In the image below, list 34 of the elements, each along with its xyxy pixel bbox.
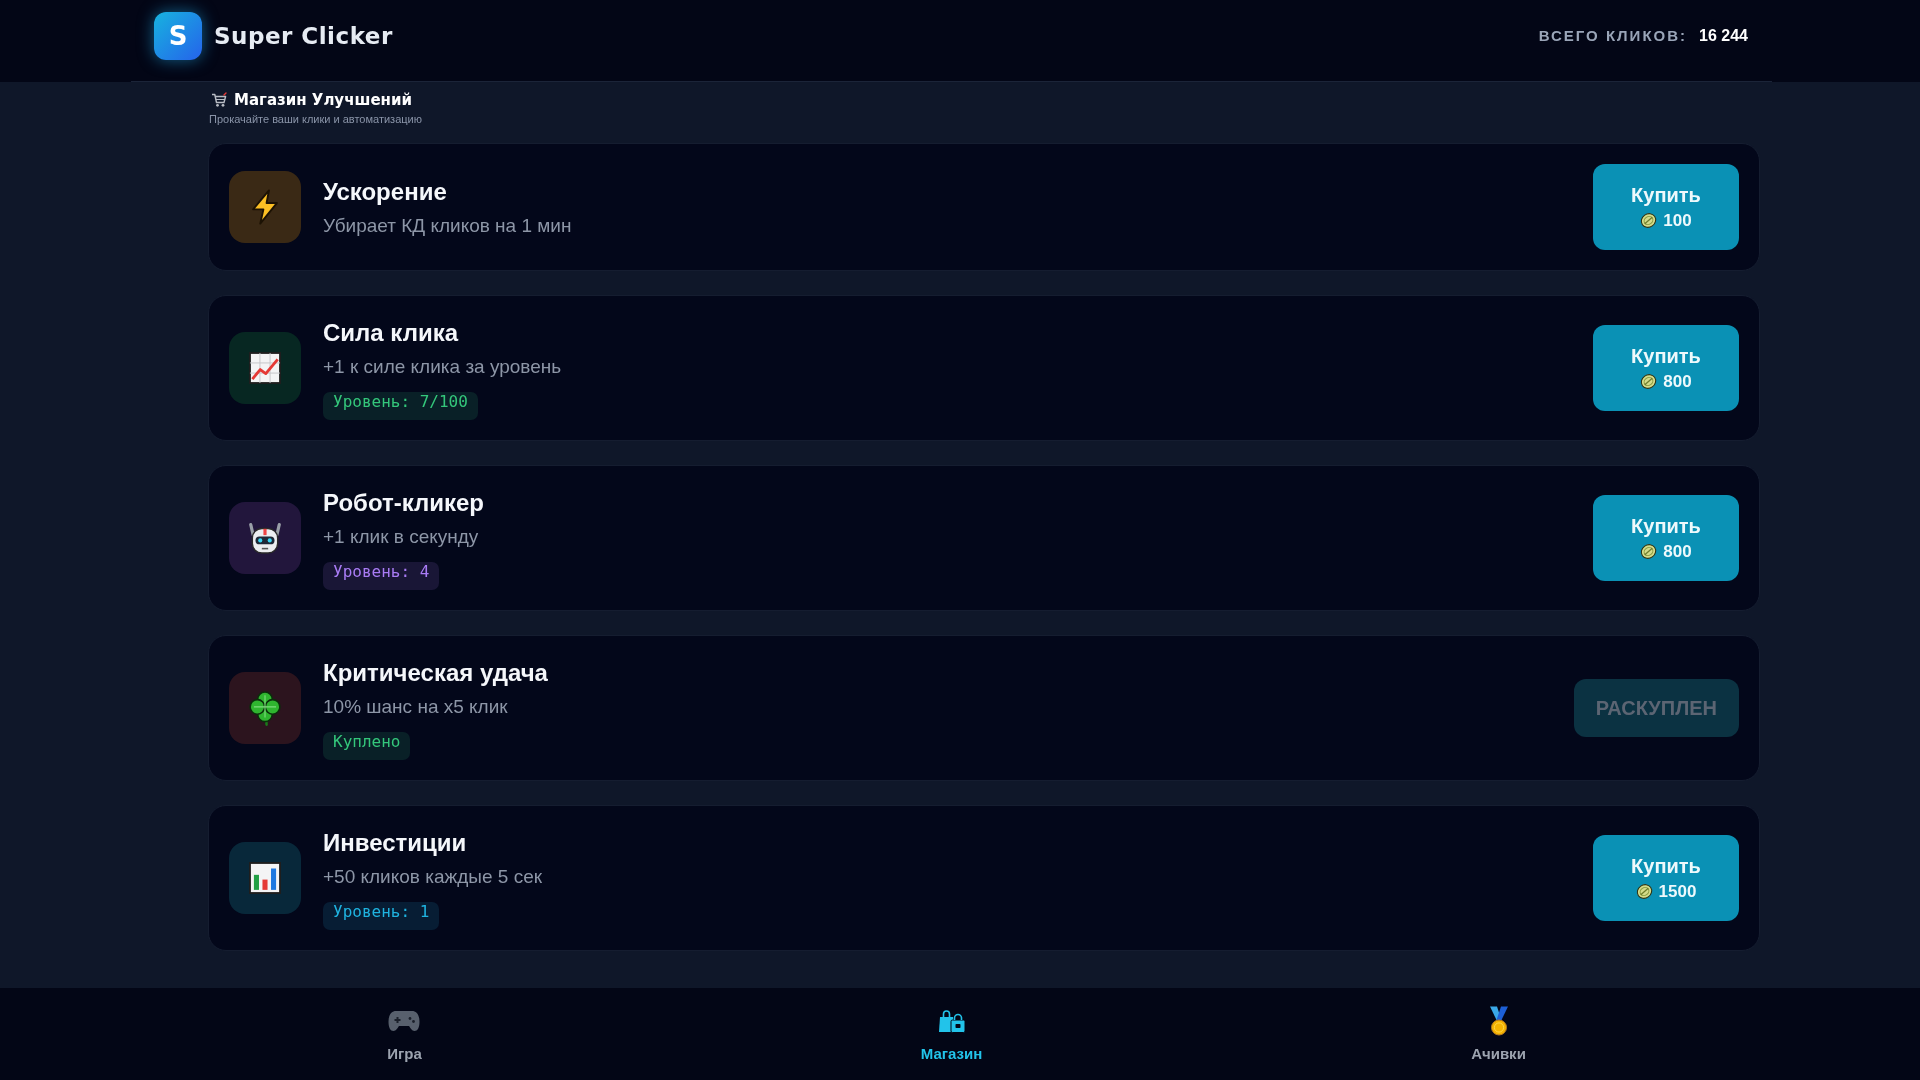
- upgrade-description: +50 кликов каждые 5 сек: [323, 865, 543, 889]
- upgrade-description: 10% шанс на x5 клик: [323, 695, 508, 719]
- coin-icon: [1640, 373, 1658, 390]
- nav-tab[interactable]: Игра: [383, 1006, 426, 1062]
- buy-button[interactable]: Купить 1500: [1593, 835, 1739, 921]
- total-clicks-value: 16 244: [1699, 26, 1748, 45]
- upgrade-badge: Уровень: 4: [323, 562, 440, 590]
- buy-button[interactable]: Купить 800: [1593, 325, 1739, 411]
- coin-icon: [1640, 212, 1658, 229]
- section-subtitle: Прокачайте ваши клики и автоматизацию: [208, 112, 423, 126]
- upgrade-title: Робот-кликер: [323, 488, 485, 518]
- upgrade-description: Убирает КД кликов на 1 мин: [323, 214, 572, 238]
- coin-icon: [1635, 883, 1653, 900]
- shopping-bags-icon: [937, 1009, 966, 1033]
- upgrade-title: Инвестиции: [323, 828, 467, 858]
- nav-tab[interactable]: Магазин: [916, 1006, 987, 1062]
- section-title: Магазин Улучшений: [234, 91, 412, 109]
- upgrade-title: Сила клика: [323, 318, 458, 348]
- cart-icon: [211, 92, 227, 108]
- app-logo: S: [154, 11, 202, 60]
- buy-button[interactable]: Купить 100: [1593, 164, 1739, 250]
- app-title: Super Clicker: [214, 22, 393, 49]
- upgrade-badge: Куплено: [323, 732, 411, 760]
- upgrade-title: Критическая удача: [323, 658, 548, 688]
- upgrade-description: +1 к силе клика за уровень: [323, 355, 562, 379]
- gamepad-icon: [388, 1010, 421, 1032]
- upgrade-title: Ускорение: [323, 177, 447, 207]
- nav-tab[interactable]: Ачивки: [1467, 1006, 1530, 1062]
- buy-button[interactable]: Купить 800: [1593, 495, 1739, 581]
- upgrade-description: +1 клик в секунду: [323, 525, 479, 549]
- total-clicks-label: ВСЕГО КЛИКОВ:: [1538, 27, 1688, 44]
- upgrade-badge: Уровень: 1: [323, 902, 440, 930]
- coin-icon: [1640, 543, 1658, 560]
- upgrade-badge: Уровень: 7/100: [323, 392, 478, 420]
